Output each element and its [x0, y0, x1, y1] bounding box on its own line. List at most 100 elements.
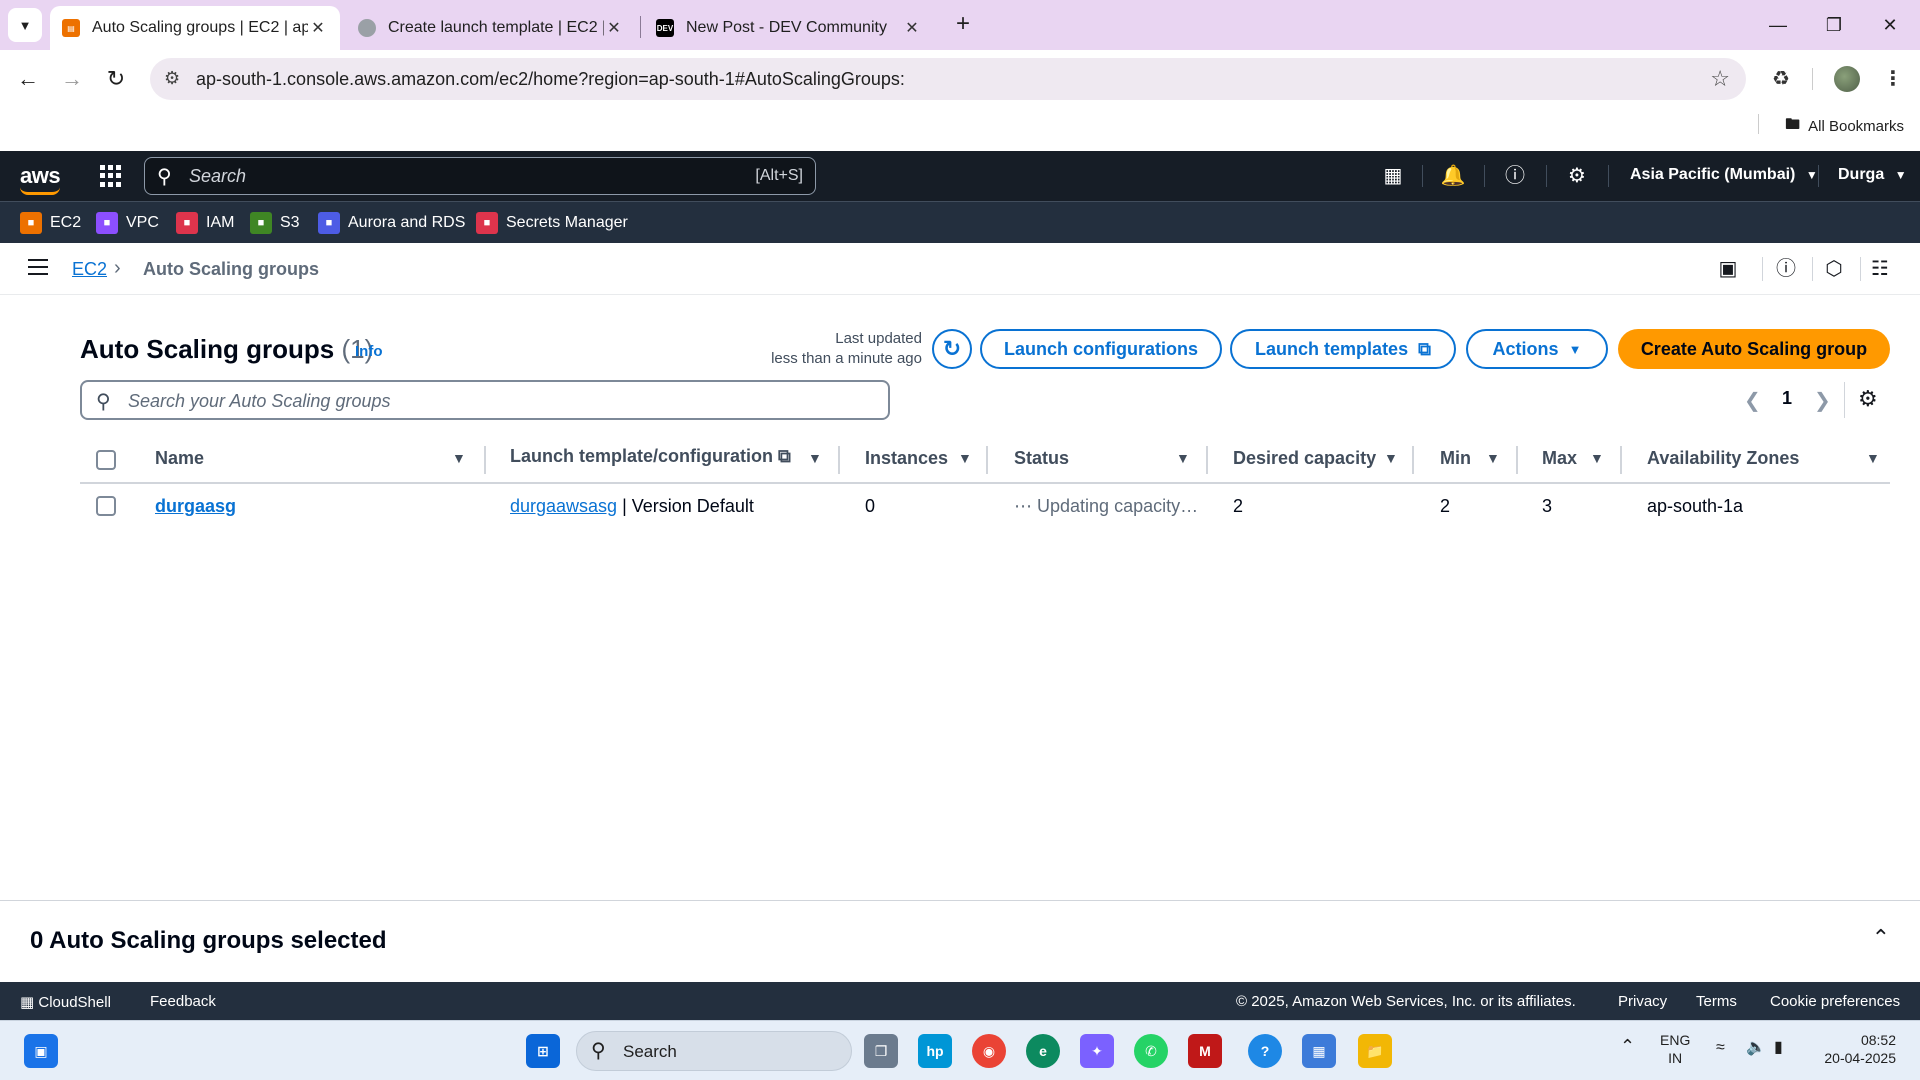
microsoft-store-icon[interactable]: ▦ [1302, 1034, 1336, 1068]
new-tab-plus-icon[interactable]: + [948, 10, 978, 40]
chevron-up-icon[interactable]: ⌃ [1620, 1037, 1635, 1055]
windows-start-icon[interactable]: ⊞ [526, 1034, 560, 1068]
battery-icon[interactable]: ▮ [1774, 1039, 1783, 1057]
col-desired-capacity[interactable]: Desired capacity [1233, 448, 1376, 469]
clock[interactable]: 08:52 20-04-2025 [1812, 1031, 1896, 1067]
column-divider[interactable] [1412, 446, 1414, 474]
cloudshell-icon[interactable]: ▦ [1380, 163, 1406, 189]
column-divider[interactable] [1620, 446, 1622, 474]
hamburger-menu-icon[interactable] [28, 259, 48, 277]
info-link[interactable]: Info [355, 343, 383, 360]
tab-auto-scaling-groups[interactable]: ▤ Auto Scaling groups | EC2 | ap-s ✕ [50, 6, 340, 50]
pagination-page[interactable]: 1 [1782, 388, 1792, 409]
sort-icon[interactable]: ▼ [452, 450, 466, 466]
favorite-aurora-rds[interactable]: ■ Aurora and RDS [318, 212, 465, 234]
language-indicator[interactable]: ENG IN [1660, 1031, 1690, 1067]
column-divider[interactable] [838, 446, 840, 474]
col-launch-template[interactable]: Launch template/configuration ⧉ [510, 446, 791, 467]
account-menu[interactable]: Durga ▼ [1838, 166, 1907, 184]
col-max[interactable]: Max [1542, 448, 1577, 469]
get-help-icon[interactable]: ? [1248, 1034, 1282, 1068]
help-icon[interactable]: ⓘ [1502, 163, 1528, 189]
gear-icon[interactable]: ⚙ [1564, 163, 1590, 189]
cloudshell-button[interactable]: ▦ CloudShell [20, 993, 111, 1011]
pagination-prev-icon[interactable]: ❮ [1744, 388, 1761, 413]
col-status[interactable]: Status [1014, 448, 1069, 469]
chrome-menu-icon[interactable]: ⋮ [1878, 64, 1908, 94]
sort-icon[interactable]: ▼ [808, 450, 822, 466]
site-info-icon[interactable]: ⚙ [164, 68, 180, 89]
tab-search-button[interactable]: ▼ [8, 8, 42, 42]
file-explorer-icon[interactable]: 📁 [1358, 1034, 1392, 1068]
sort-icon[interactable]: ▼ [1176, 450, 1190, 466]
col-name[interactable]: Name [155, 448, 204, 469]
launch-configurations-button[interactable]: Launch configurations [980, 329, 1222, 369]
tab-create-launch-template[interactable]: Create launch template | EC2 | a ✕ [346, 6, 636, 50]
sort-icon[interactable]: ▼ [1384, 450, 1398, 466]
actions-button[interactable]: Actions ▼ [1466, 329, 1608, 369]
all-bookmarks-button[interactable]: 🖿 All Bookmarks [1785, 114, 1904, 139]
favorite-s3[interactable]: ■ S3 [250, 212, 300, 234]
favorite-iam[interactable]: ■ IAM [176, 212, 234, 234]
back-arrow-icon[interactable]: ← [12, 63, 44, 95]
feedback-link[interactable]: Feedback [150, 993, 216, 1010]
close-icon[interactable]: ✕ [902, 18, 922, 38]
whatsapp-icon[interactable]: ✆ [1134, 1034, 1168, 1068]
column-divider[interactable] [484, 446, 486, 474]
privacy-link[interactable]: Privacy [1618, 993, 1667, 1010]
url-text[interactable]: ap-south-1.console.aws.amazon.com/ec2/ho… [196, 69, 905, 90]
feedback-panel-icon[interactable]: ☷ [1868, 257, 1892, 281]
address-bar[interactable]: ⚙ ap-south-1.console.aws.amazon.com/ec2/… [150, 58, 1746, 100]
close-icon[interactable]: ✕ [308, 18, 328, 38]
reload-icon[interactable]: ↻ [100, 63, 132, 95]
favorite-ec2[interactable]: ■ EC2 [20, 212, 81, 234]
preferences-gear-icon[interactable]: ⚙ [1858, 386, 1878, 412]
extensions-icon[interactable]: ♻ [1766, 64, 1796, 94]
profile-avatar[interactable] [1834, 66, 1860, 92]
split-panel-icon[interactable]: ▣ [1716, 257, 1740, 281]
chrome-icon[interactable]: ◉ [972, 1034, 1006, 1068]
breadcrumb-ec2[interactable]: EC2 [72, 259, 107, 280]
volume-icon[interactable]: 🔈 [1746, 1039, 1766, 1057]
refresh-button[interactable]: ↻ [932, 329, 972, 369]
mcafee-icon[interactable]: M [1188, 1034, 1222, 1068]
pagination-next-icon[interactable]: ❯ [1814, 388, 1831, 413]
forward-arrow-icon[interactable]: → [56, 63, 88, 95]
create-auto-scaling-group-button[interactable]: Create Auto Scaling group [1618, 329, 1890, 369]
cookie-preferences-link[interactable]: Cookie preferences [1770, 993, 1900, 1010]
window-close-icon[interactable]: ✕ [1870, 10, 1910, 40]
info-icon[interactable]: ⓘ [1774, 257, 1798, 281]
favorite-secrets-manager[interactable]: ■ Secrets Manager [476, 212, 628, 234]
services-grid-icon[interactable] [100, 165, 122, 187]
col-instances[interactable]: Instances [865, 448, 948, 469]
favorite-vpc[interactable]: ■ VPC [96, 212, 159, 234]
widgets-icon[interactable]: ▣ [24, 1034, 58, 1068]
aws-search-input[interactable]: ⚲ Search [Alt+S] [144, 157, 816, 195]
col-availability-zones[interactable]: Availability Zones [1647, 448, 1799, 469]
column-divider[interactable] [1206, 446, 1208, 474]
asg-name-link[interactable]: durgaasg [155, 496, 236, 516]
region-selector[interactable]: Asia Pacific (Mumbai) ▼ [1630, 166, 1818, 184]
launch-template-link[interactable]: durgaawsasg [510, 496, 617, 516]
terms-link[interactable]: Terms [1696, 993, 1737, 1010]
select-all-checkbox[interactable] [96, 450, 116, 470]
chevron-up-icon[interactable]: ⌃ [1872, 925, 1890, 951]
restore-icon[interactable]: ❐ [1814, 10, 1854, 40]
column-divider[interactable] [1516, 446, 1518, 474]
edge-icon[interactable]: e [1026, 1034, 1060, 1068]
col-min[interactable]: Min [1440, 448, 1471, 469]
column-divider[interactable] [986, 446, 988, 474]
sort-icon[interactable]: ▼ [1590, 450, 1604, 466]
taskbar-search[interactable]: ⚲ Search [576, 1031, 852, 1071]
amazon-q-icon[interactable]: ⬡ [1822, 257, 1846, 281]
tab-dev-community[interactable]: DEV New Post - DEV Community ✕ [644, 6, 934, 50]
minimize-icon[interactable]: — [1758, 10, 1798, 40]
bookmark-star-icon[interactable]: ☆ [1710, 66, 1730, 92]
sort-icon[interactable]: ▼ [1486, 450, 1500, 466]
asg-search-input[interactable]: ⚲ Search your Auto Scaling groups [80, 380, 890, 420]
myhp-icon[interactable]: hp [918, 1034, 952, 1068]
launch-templates-button[interactable]: Launch templates ⧉ [1230, 329, 1456, 369]
sort-icon[interactable]: ▼ [958, 450, 972, 466]
row-checkbox[interactable] [96, 496, 116, 516]
task-view-icon[interactable]: ❐ [864, 1034, 898, 1068]
